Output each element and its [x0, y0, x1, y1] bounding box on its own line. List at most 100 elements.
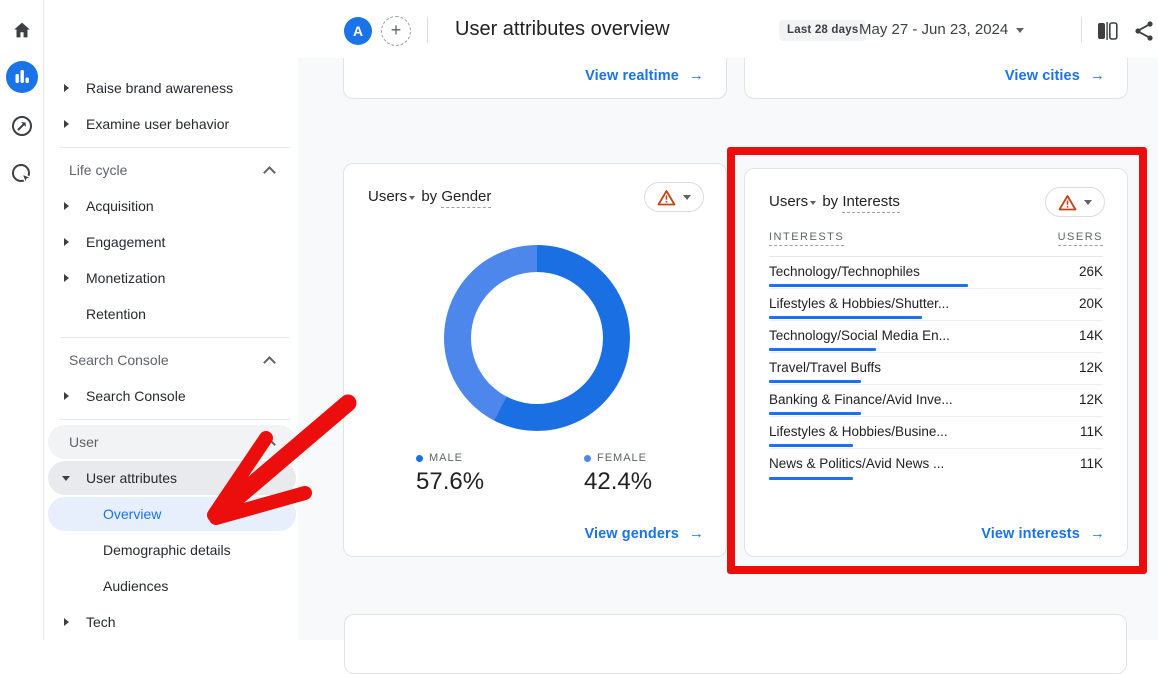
sidebar-item-label: Raise brand awareness	[86, 80, 233, 96]
sidebar-item-user-attributes[interactable]: User attributes	[44, 460, 298, 496]
sidebar-section-user[interactable]: User	[44, 424, 298, 460]
interest-bar	[769, 348, 876, 351]
male-label: MALE	[429, 452, 463, 464]
interest-bar	[769, 380, 861, 383]
interest-bar	[769, 444, 853, 447]
sidebar-item-label: Tech	[86, 614, 116, 630]
sidebar-item-audiences[interactable]: Audiences	[44, 568, 298, 604]
sidebar-item-search-console[interactable]: Search Console	[44, 378, 298, 414]
metric-selector[interactable]: Users	[769, 193, 808, 210]
view-realtime-label: View realtime	[585, 68, 679, 84]
female-value: 42.4%	[584, 468, 652, 496]
expand-arrow-icon[interactable]	[64, 202, 69, 210]
data-quality-button[interactable]	[1045, 187, 1105, 217]
gender-donut-chart[interactable]	[444, 245, 630, 431]
view-interests-link[interactable]: View interests→	[981, 525, 1105, 542]
divider	[427, 17, 428, 43]
sidebar-item-raise-brand-awareness[interactable]: Raise brand awareness	[44, 70, 298, 106]
explore-nav-button[interactable]	[0, 104, 44, 148]
date-range-selector[interactable]: May 27 - Jun 23, 2024	[859, 21, 1008, 38]
arrow-right-icon: →	[689, 525, 704, 542]
expand-arrow-icon[interactable]	[64, 618, 69, 626]
column-users[interactable]: USERS	[1058, 231, 1103, 246]
compare-icon[interactable]	[1094, 18, 1120, 44]
male-value: 57.6%	[416, 468, 484, 496]
section-title: Search Console	[69, 352, 169, 368]
users-by-gender-card: Users by Gender MALE 57.6% FEMALE 42.4% …	[343, 163, 727, 557]
app-navigation-rail	[0, 0, 44, 640]
sidebar-item-label: Retention	[86, 306, 146, 322]
interests-card-title: Users by Interests	[769, 193, 900, 210]
interest-label: Technology/Technophiles	[769, 264, 920, 279]
interest-bar	[769, 316, 922, 319]
dimension-selector[interactable]: Interests	[842, 193, 900, 213]
chevron-down-icon	[810, 201, 816, 205]
expand-arrow-icon[interactable]	[64, 392, 69, 400]
interest-row[interactable]: Technology/Technophiles 26K	[769, 257, 1103, 289]
advertising-nav-button[interactable]	[0, 152, 44, 196]
metric-selector[interactable]: Users	[368, 188, 407, 205]
view-realtime-link[interactable]: View realtime→	[585, 67, 704, 84]
column-interests[interactable]: INTERESTS	[769, 231, 844, 246]
view-cities-link[interactable]: View cities→	[1005, 67, 1105, 84]
donut-hole	[471, 272, 603, 404]
sidebar-item-label: Acquisition	[86, 198, 154, 214]
sidebar-item-retention[interactable]: Retention	[44, 296, 298, 332]
legend-male: MALE 57.6%	[416, 452, 484, 496]
interest-row[interactable]: Banking & Finance/Avid Inve... 12K	[769, 385, 1103, 417]
sidebar-item-monetization[interactable]: Monetization	[44, 260, 298, 296]
interest-row[interactable]: Lifestyles & Hobbies/Shutter... 20K	[769, 289, 1103, 321]
interest-row[interactable]: Lifestyles & Hobbies/Busine... 11K	[769, 417, 1103, 449]
sidebar-item-examine-user-behavior[interactable]: Examine user behavior	[44, 106, 298, 142]
home-nav-button[interactable]	[0, 8, 44, 52]
sidebar-section-search-console[interactable]: Search Console	[44, 342, 298, 378]
reports-nav-button[interactable]	[0, 55, 44, 99]
interest-bar	[769, 284, 968, 287]
sidebar-item-label: Search Console	[86, 388, 186, 404]
sidebar-divider	[44, 142, 298, 152]
sidebar-divider	[44, 332, 298, 342]
title-by: by	[822, 193, 838, 210]
interest-row[interactable]: News & Politics/Avid News ... 11K	[769, 449, 1103, 481]
page-title: User attributes overview	[455, 18, 670, 41]
property-avatar[interactable]: A	[344, 17, 372, 45]
expand-arrow-icon[interactable]	[64, 274, 69, 282]
expand-arrow-icon[interactable]	[64, 84, 69, 92]
advertising-icon	[10, 162, 34, 186]
collapse-chevron-icon[interactable]	[263, 166, 276, 179]
share-icon[interactable]	[1131, 18, 1157, 44]
top-bar: A + User attributes overview Last 28 day…	[44, 0, 1158, 58]
add-comparison-button[interactable]: +	[381, 16, 411, 46]
interest-value: 11K	[1080, 456, 1103, 471]
sidebar-item-label: Overview	[103, 506, 161, 522]
sidebar-item-demographic-details[interactable]: Demographic details	[44, 532, 298, 568]
expand-arrow-icon[interactable]	[64, 120, 69, 128]
sidebar-item-engagement[interactable]: Engagement	[44, 224, 298, 260]
interest-bar	[769, 412, 861, 415]
sidebar-item-label: Demographic details	[103, 542, 231, 558]
dimension-selector[interactable]: Gender	[441, 188, 491, 208]
divider	[1081, 17, 1082, 43]
data-quality-button[interactable]	[644, 182, 704, 212]
sidebar-item-label: User attributes	[86, 470, 177, 486]
interests-table-header: INTERESTS USERS	[769, 231, 1103, 257]
arrow-right-icon: →	[1090, 67, 1105, 84]
sidebar-item-overview[interactable]: Overview	[44, 496, 298, 532]
title-by: by	[421, 188, 437, 205]
interest-label: Technology/Social Media En...	[769, 328, 950, 343]
interest-row[interactable]: Travel/Travel Buffs 12K	[769, 353, 1103, 385]
view-genders-link[interactable]: View genders→	[584, 525, 704, 542]
sidebar-section-life-cycle[interactable]: Life cycle	[44, 152, 298, 188]
home-icon	[11, 19, 33, 41]
collapse-arrow-icon[interactable]	[62, 476, 70, 481]
users-by-interests-card: Users by Interests INTERESTS USERS Techn…	[744, 168, 1128, 557]
collapse-chevron-icon[interactable]	[263, 356, 276, 369]
sidebar-item-acquisition[interactable]: Acquisition	[44, 188, 298, 224]
interest-row[interactable]: Technology/Social Media En... 14K	[769, 321, 1103, 353]
expand-arrow-icon[interactable]	[64, 238, 69, 246]
chevron-down-icon[interactable]	[1016, 28, 1024, 33]
interest-bar	[769, 477, 853, 480]
sidebar-item-tech[interactable]: Tech	[44, 604, 298, 640]
female-label: FEMALE	[597, 452, 647, 464]
interest-value: 26K	[1079, 264, 1103, 279]
